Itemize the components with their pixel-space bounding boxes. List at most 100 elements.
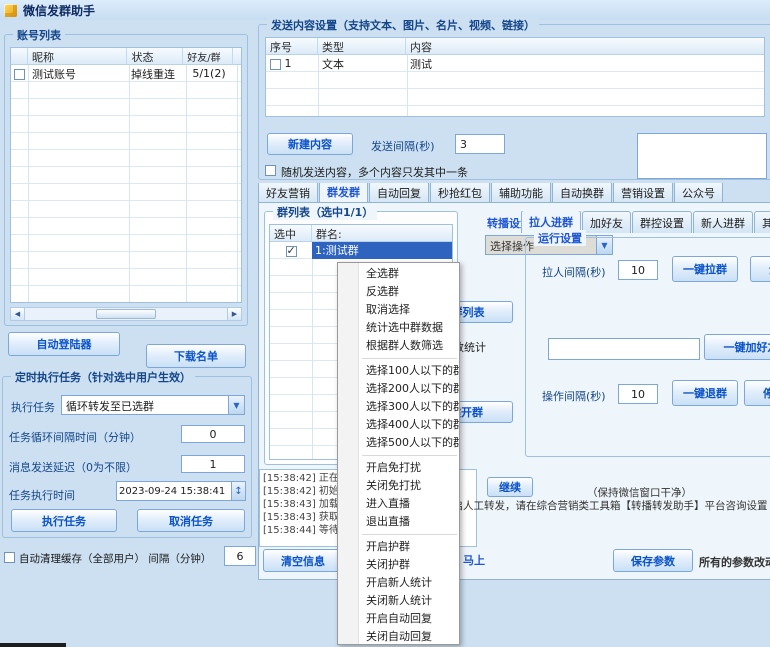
content-col-id[interactable]: 序号 — [266, 38, 318, 54]
autoclean-interval-input[interactable]: 6 — [224, 546, 256, 566]
auto-login-button[interactable]: 自动登陆器 — [8, 332, 120, 356]
content-row[interactable]: 1 文本 测试 — [266, 55, 764, 72]
main-tab-7[interactable]: 营销设置 — [613, 183, 673, 203]
menu-item[interactable]: 开启护群 — [338, 538, 459, 556]
task-interval-input[interactable]: 0 — [181, 425, 245, 443]
column-divider — [129, 65, 130, 302]
content-col-type[interactable]: 类型 — [318, 38, 406, 54]
group-context-menu: 全选群 反选群 取消选择 统计选中群数据 根据群人数筛选 选择100人以下的群 … — [337, 262, 460, 645]
friend-id-input[interactable] — [548, 338, 700, 360]
select-all-button[interactable]: 全选 — [750, 256, 770, 282]
menu-item[interactable]: 进入直播 — [338, 495, 459, 513]
main-tab-5[interactable]: 辅助功能 — [491, 183, 551, 203]
new-content-button[interactable]: 新建内容 — [267, 133, 353, 155]
menu-item[interactable]: 开启自动回复 — [338, 610, 459, 628]
task-panel: 定时执行任务（针对选中用户生效） 执行任务 循环转发至已选群 ▼ 任务循环间隔时… — [2, 376, 252, 538]
account-counts: 5/1(2) — [184, 67, 234, 80]
pull-interval-input[interactable]: 10 — [618, 260, 658, 280]
menu-item[interactable]: 开启免打扰 — [338, 459, 459, 477]
menu-item[interactable]: 关闭自动回复 — [338, 628, 459, 645]
autoclean-checkbox[interactable] — [4, 552, 15, 563]
menu-item[interactable]: 选择100人以下的群 — [338, 362, 459, 380]
accounts-col-nickname[interactable]: 昵称 — [28, 48, 128, 64]
menu-item[interactable]: 关闭新人统计 — [338, 592, 459, 610]
scroll-track[interactable] — [25, 308, 227, 320]
op-interval-label: 操作间隔(秒) — [542, 388, 606, 404]
main-tab-1[interactable]: 好友营销 — [258, 183, 318, 203]
window-title: 微信发群助手 — [23, 2, 95, 19]
menu-item[interactable]: 选择500人以下的群 — [338, 434, 459, 452]
main-tab-8[interactable]: 公众号 — [674, 183, 723, 203]
exec-task-combo[interactable]: 循环转发至已选群 ▼ — [61, 395, 245, 415]
menu-item[interactable]: 选择400人以下的群 — [338, 416, 459, 434]
accounts-h-scrollbar[interactable]: ◀ ▶ — [10, 307, 242, 321]
clear-log-button[interactable]: 清空信息 — [263, 549, 343, 572]
accounts-table-header: 昵称 状态 好友/群数 — [11, 48, 241, 65]
sub-tab-5[interactable]: 其他 — [754, 211, 770, 233]
sub-tab-2[interactable]: 加好友 — [582, 211, 631, 233]
group-col-name[interactable]: 群名: — [312, 225, 452, 241]
sub-tab-3[interactable]: 群控设置 — [632, 211, 692, 233]
accounts-col-counts[interactable]: 好友/群数 — [183, 48, 233, 64]
column-divider — [186, 65, 187, 302]
continue-button[interactable]: 继续 — [487, 477, 533, 497]
random-send-checkbox[interactable] — [265, 165, 276, 176]
main-tab-3[interactable]: 自动回复 — [369, 183, 429, 203]
task-interval-label: 任务循环间隔时间（分钟） — [9, 429, 141, 445]
task-time-picker[interactable]: 2023-09-24 15:38:41 ↕ — [116, 481, 246, 501]
menu-item[interactable]: 退出直播 — [338, 513, 459, 531]
menu-item[interactable]: 选择300人以下的群 — [338, 398, 459, 416]
menu-item[interactable]: 开启新人统计 — [338, 574, 459, 592]
pull-to-group-button[interactable]: 一键拉群 — [672, 256, 738, 282]
sub-tab-4[interactable]: 新人进群 — [693, 211, 753, 233]
chevron-down-icon[interactable]: ▼ — [228, 396, 244, 414]
accounts-col-status[interactable]: 状态 — [127, 48, 183, 64]
send-delay-label: 消息发送延迟（0为不限） — [9, 459, 137, 475]
task-panel-title: 定时执行任务（针对选中用户生效） — [11, 369, 195, 385]
stop-button[interactable]: 停止 — [744, 380, 770, 406]
exec-task-combo-value: 循环转发至已选群 — [62, 396, 228, 414]
save-params-button[interactable]: 保存参数 — [613, 549, 693, 572]
scroll-right-arrow-icon[interactable]: ▶ — [227, 308, 241, 320]
op-interval-input[interactable]: 10 — [618, 384, 658, 404]
scroll-thumb[interactable] — [96, 309, 157, 319]
account-row-checkbox[interactable] — [14, 69, 25, 80]
menu-item[interactable]: 关闭护群 — [338, 556, 459, 574]
menu-item[interactable]: 选择200人以下的群 — [338, 380, 459, 398]
account-status: 掉线重连 — [128, 66, 184, 82]
quit-group-button[interactable]: 一键退群 — [672, 380, 738, 406]
accounts-panel-title: 账号列表 — [13, 27, 65, 43]
pull-settings-panel: 运行设置 拉人间隔(秒) 10 一键拉群 全选 一键加好友 操作间隔(秒) 10… — [525, 237, 770, 457]
group-row[interactable]: 1:测试群 — [270, 242, 452, 259]
group-list-title: 群列表（选中1/1） — [273, 204, 377, 220]
menu-item[interactable]: 取消选择 — [338, 301, 459, 319]
menu-item[interactable]: 全选群 — [338, 265, 459, 283]
autoclean-label: 自动清理缓存（全部用户） 间隔（分钟） — [19, 551, 211, 566]
content-preview-box[interactable] — [637, 133, 767, 179]
account-row[interactable]: 测试账号 掉线重连 5/1(2) — [11, 65, 241, 82]
main-tab-6[interactable]: 自动换群 — [552, 183, 612, 203]
menu-item[interactable]: 关闭免打扰 — [338, 477, 459, 495]
export-list-button[interactable]: 下载名单 — [146, 344, 246, 368]
group-row-checkbox[interactable] — [286, 246, 297, 257]
content-col-content[interactable]: 内容 — [406, 38, 764, 54]
send-interval-input[interactable]: 3 — [455, 134, 505, 154]
datetime-spinner-icon[interactable]: ↕ — [231, 482, 245, 500]
main-tab-2[interactable]: 群发群 — [319, 183, 368, 203]
column-divider — [237, 65, 238, 302]
group-col-check[interactable]: 选中 — [270, 225, 312, 241]
scroll-left-arrow-icon[interactable]: ◀ — [11, 308, 25, 320]
start-task-button[interactable]: 执行任务 — [11, 509, 117, 532]
menu-item[interactable]: 反选群 — [338, 283, 459, 301]
cancel-task-button[interactable]: 取消任务 — [137, 509, 245, 532]
taskbar-sliver — [0, 643, 66, 647]
group-row-name: 1:测试群 — [312, 242, 452, 259]
content-row-checkbox[interactable] — [270, 59, 281, 70]
add-friend-button[interactable]: 一键加好友 — [704, 334, 770, 360]
menu-item[interactable]: 统计选中群数据 — [338, 319, 459, 337]
account-nickname: 测试账号 — [28, 66, 128, 82]
main-tab-4[interactable]: 秒抢红包 — [430, 183, 490, 203]
menu-item[interactable]: 根据群人数筛选 — [338, 337, 459, 355]
send-delay-input[interactable]: 1 — [181, 455, 245, 473]
unsaved-warning: 所有的参数改动需要保存 — [699, 554, 770, 570]
